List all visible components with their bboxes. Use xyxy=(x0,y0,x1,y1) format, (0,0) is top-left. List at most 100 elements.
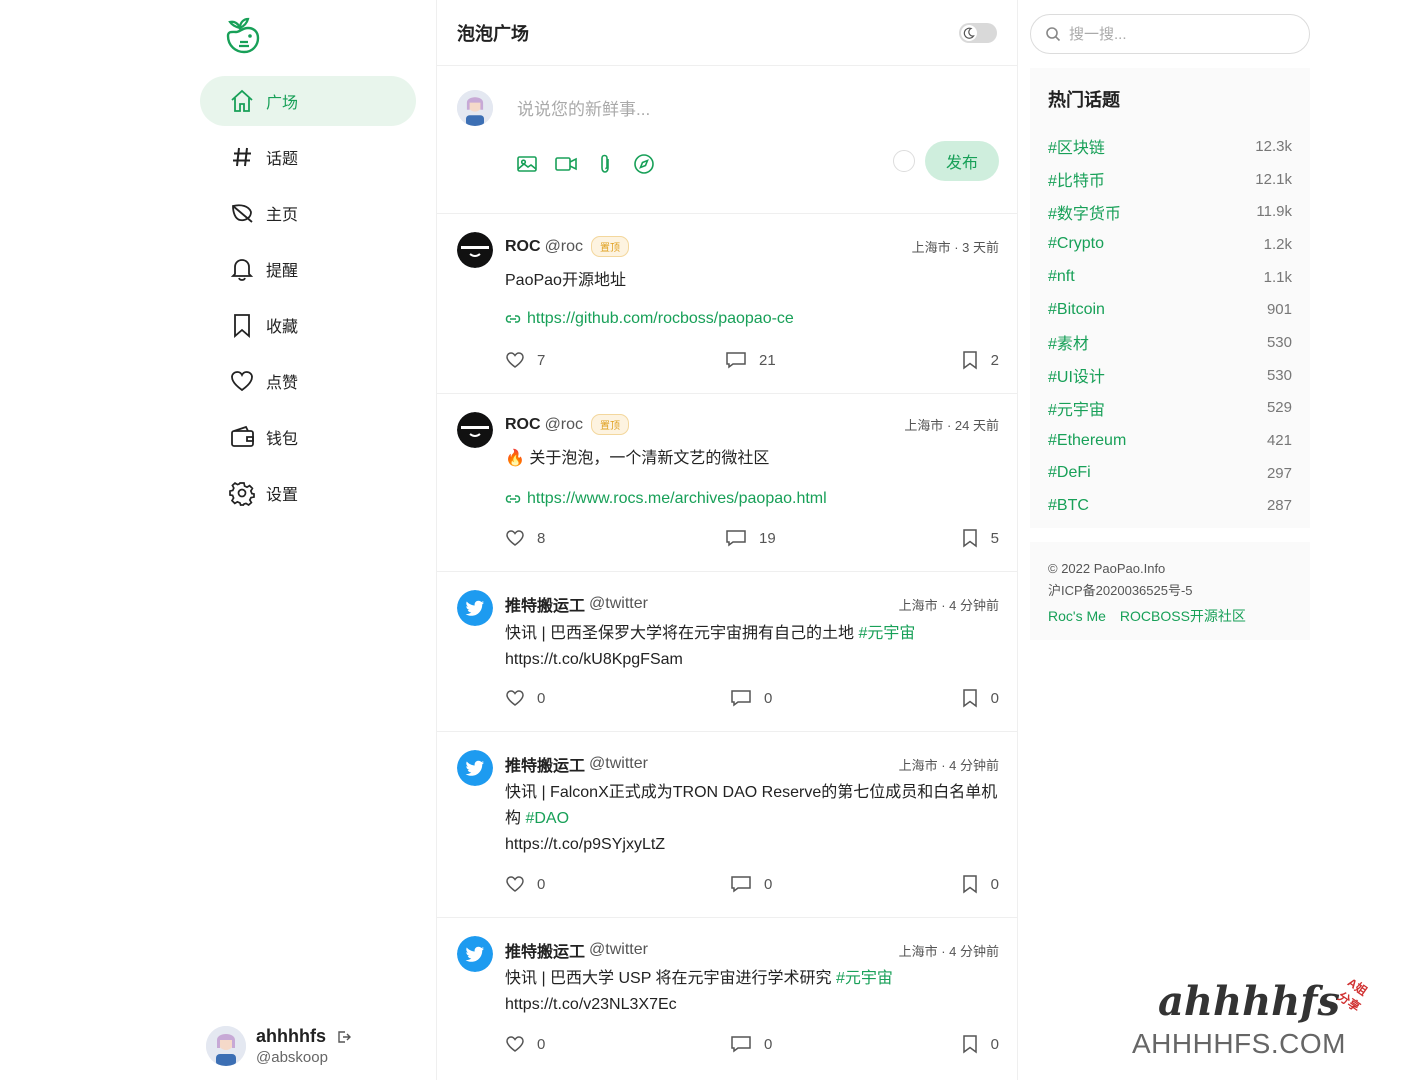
home-icon xyxy=(228,87,256,115)
collect-button[interactable]: 0 xyxy=(961,688,999,708)
compass-icon[interactable] xyxy=(630,150,658,178)
topic-item[interactable]: #素材 530 xyxy=(1048,326,1292,359)
paopao-logo[interactable] xyxy=(220,14,262,56)
search-box[interactable] xyxy=(1030,14,1310,54)
collect-count: 0 xyxy=(990,689,999,707)
comment-button[interactable]: 19 xyxy=(725,528,776,548)
topic-item[interactable]: #UI设计 530 xyxy=(1048,359,1292,392)
image-icon[interactable] xyxy=(513,150,541,178)
attachment-icon[interactable] xyxy=(591,150,619,178)
post-avatar[interactable] xyxy=(457,412,493,448)
like-button[interactable]: 8 xyxy=(505,528,545,548)
comment-button[interactable]: 21 xyxy=(725,350,776,370)
topic-item[interactable]: #Ethereum 421 xyxy=(1048,424,1292,457)
footer-link-rocboss[interactable]: ROCBOSS开源社区 xyxy=(1120,608,1246,624)
topic-name[interactable]: #Ethereum xyxy=(1048,432,1126,450)
post-item[interactable]: 推特搬运工 @twitter 上海市 · 4 分钟前 快讯 | FalconX正… xyxy=(437,732,1017,918)
post-link-text[interactable]: https://github.com/rocboss/paopao-ce xyxy=(527,310,794,328)
post-url[interactable]: https://t.co/v23NL3X7Ec xyxy=(505,996,677,1013)
current-user[interactable]: ahhhhfs @abskoop xyxy=(206,1022,416,1070)
twitter-avatar[interactable] xyxy=(457,590,493,626)
video-icon[interactable] xyxy=(552,150,580,178)
sidebar-item-profile[interactable]: 主页 xyxy=(200,188,416,238)
like-button[interactable]: 0 xyxy=(505,1034,545,1054)
compose-input[interactable] xyxy=(517,96,997,124)
post-author-name[interactable]: ROC xyxy=(505,238,541,256)
topic-name[interactable]: #数字货币 xyxy=(1048,200,1121,224)
post-item[interactable]: 推特搬运工 @twitter 上海市 · 4 分钟前 快讯 | 巴西大学 USP… xyxy=(437,918,1017,1080)
post-item[interactable]: ROC @roc 置顶 上海市 · 3 天前 PaoPao开源地址 https:… xyxy=(437,214,1017,394)
post-actions: 7 21 2 xyxy=(505,350,999,374)
topic-item[interactable]: #BTC 287 xyxy=(1048,490,1292,523)
topic-count: 530 xyxy=(1266,366,1292,384)
like-button[interactable]: 7 xyxy=(505,350,545,370)
comment-button[interactable]: 0 xyxy=(730,874,772,894)
topic-name[interactable]: #元宇宙 xyxy=(1048,396,1105,420)
topic-item[interactable]: #DeFi 297 xyxy=(1048,457,1292,490)
topic-name[interactable]: #区块链 xyxy=(1048,134,1105,158)
sidebar-item-notifications[interactable]: 提醒 xyxy=(200,244,416,294)
comment-button[interactable]: 0 xyxy=(730,1034,772,1054)
post-meta: 上海市 · 3 天前 xyxy=(911,240,999,255)
post-author-name[interactable]: 推特搬运工 xyxy=(505,752,585,776)
post-author-name[interactable]: 推特搬运工 xyxy=(505,592,585,616)
post-content: PaoPao开源地址 xyxy=(505,272,626,289)
post-link[interactable]: https://www.rocs.me/archives/paopao.html xyxy=(505,490,827,508)
like-button[interactable]: 0 xyxy=(505,874,545,894)
search-input[interactable] xyxy=(1069,25,1269,43)
post-hashtag[interactable]: #DAO xyxy=(525,810,569,827)
topic-item[interactable]: #Bitcoin 901 xyxy=(1048,293,1292,326)
comment-count: 0 xyxy=(764,1035,773,1053)
sidebar-item-likes[interactable]: 点赞 xyxy=(200,356,416,406)
post-avatar[interactable] xyxy=(457,232,493,268)
post-url[interactable]: https://t.co/p9SYjxyLtZ xyxy=(505,836,665,853)
logout-icon[interactable] xyxy=(336,1029,352,1045)
post-item[interactable]: ROC @roc 置顶 上海市 · 24 天前 🔥 关于泡泡，一个清新文艺的微社… xyxy=(437,394,1017,572)
hot-topics-panel: 热门话题 #区块链 12.3k #比特币 12.1k #数字货币 11.9k #Crypto… xyxy=(1030,68,1310,528)
copyright: © 2022 PaoPao.Info xyxy=(1048,561,1166,576)
comment-icon xyxy=(730,874,752,894)
topic-item[interactable]: #比特币 12.1k xyxy=(1048,163,1292,196)
topic-name[interactable]: #nft xyxy=(1048,268,1075,286)
post-url[interactable]: https://t.co/kU8KpgFSam xyxy=(505,651,683,668)
topic-item[interactable]: #区块链 12.3k xyxy=(1048,130,1292,163)
topic-name[interactable]: #BTC xyxy=(1048,497,1089,515)
topic-count: 1.1k xyxy=(1263,268,1292,286)
post-hashtag[interactable]: #元宇宙 xyxy=(859,625,916,642)
footer-link-rocs[interactable]: Roc's Me xyxy=(1048,608,1106,624)
collect-button[interactable]: 5 xyxy=(961,528,999,548)
post-hashtag[interactable]: #元宇宙 xyxy=(836,970,893,987)
sidebar-item-square[interactable]: 广场 xyxy=(200,76,416,126)
heart-icon xyxy=(505,688,525,708)
post-author-name[interactable]: ROC xyxy=(505,416,541,434)
post-item[interactable]: 推特搬运工 @twitter 上海市 · 4 分钟前 快讯 | 巴西圣保罗大学将… xyxy=(437,572,1017,732)
theme-toggle[interactable] xyxy=(959,22,997,43)
sidebar-item-settings[interactable]: 设置 xyxy=(200,468,416,518)
twitter-avatar[interactable] xyxy=(457,936,493,972)
collect-button[interactable]: 0 xyxy=(961,874,999,894)
topic-name[interactable]: #比特币 xyxy=(1048,167,1105,191)
topic-item[interactable]: #元宇宙 529 xyxy=(1048,392,1292,425)
topic-name[interactable]: #DeFi xyxy=(1048,464,1091,482)
post-author-name[interactable]: 推特搬运工 xyxy=(505,938,585,962)
post-link[interactable]: https://github.com/rocboss/paopao-ce xyxy=(505,310,794,328)
comment-button[interactable]: 0 xyxy=(730,688,772,708)
topic-name[interactable]: #素材 xyxy=(1048,330,1089,354)
topic-item[interactable]: #nft 1.1k xyxy=(1048,261,1292,294)
topic-name[interactable]: #UI设计 xyxy=(1048,363,1105,387)
sidebar-item-wallet[interactable]: 钱包 xyxy=(200,412,416,462)
topic-name[interactable]: #Bitcoin xyxy=(1048,301,1105,319)
topic-name[interactable]: #Crypto xyxy=(1048,235,1104,253)
collect-button[interactable]: 2 xyxy=(961,350,999,370)
twitter-avatar[interactable] xyxy=(457,750,493,786)
bookmark-icon xyxy=(961,688,979,708)
topic-item[interactable]: #Crypto 1.2k xyxy=(1048,228,1292,261)
collect-button[interactable]: 0 xyxy=(961,1034,999,1054)
sidebar-item-topics[interactable]: 话题 xyxy=(200,132,416,182)
sidebar-item-collections[interactable]: 收藏 xyxy=(200,300,416,350)
publish-button[interactable]: 发布 xyxy=(925,141,999,181)
user-avatar[interactable] xyxy=(206,1026,246,1066)
post-link-text[interactable]: https://www.rocs.me/archives/paopao.html xyxy=(527,490,827,508)
like-button[interactable]: 0 xyxy=(505,688,545,708)
topic-item[interactable]: #数字货币 11.9k xyxy=(1048,195,1292,228)
